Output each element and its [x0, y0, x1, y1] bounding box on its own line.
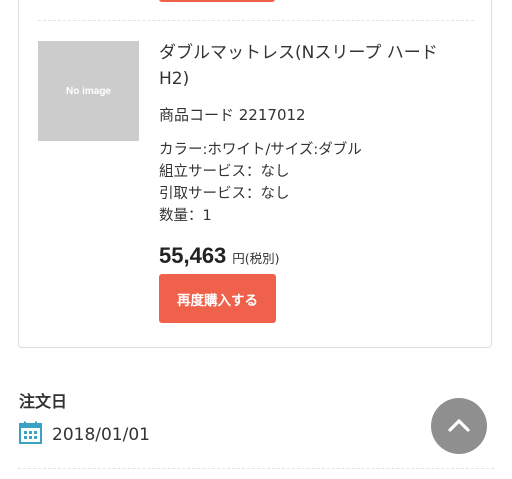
spec-pickup-service: 引取サービス：なし [159, 186, 290, 202]
rebuy-button[interactable]: 再度購入する [159, 274, 276, 323]
price-unit: 円(税別) [232, 251, 280, 266]
item-divider [38, 20, 474, 21]
previous-rebuy-button[interactable] [159, 0, 275, 2]
calendar-icon [19, 421, 42, 448]
order-date-label: 注文日 [19, 392, 68, 411]
section-divider [18, 468, 494, 469]
order-date-row: 2018/01/01 [19, 421, 150, 448]
product-price: 55,463 円(税別) [159, 243, 280, 269]
price-amount: 55,463 [159, 243, 227, 268]
order-date-value: 2018/01/01 [52, 424, 150, 445]
thumbnail-placeholder-text: No image [65, 85, 111, 97]
order-history-page: No image ダブルマットレス(Nスリープ ハード H2) 商品コード 22… [0, 0, 512, 479]
scroll-to-top-button[interactable] [431, 398, 487, 454]
product-name[interactable]: ダブルマットレス(Nスリープ ハード H2) [159, 40, 459, 92]
product-code: 商品コード 2217012 [159, 106, 306, 124]
product-thumbnail[interactable]: No image [38, 41, 139, 141]
chevron-up-icon [448, 417, 470, 436]
spec-assembly-service: 組立サービス：なし [159, 164, 290, 180]
spec-color-size: カラー:ホワイト/サイズ:ダブル [159, 142, 362, 158]
spec-quantity: 数量：1 [159, 208, 212, 224]
